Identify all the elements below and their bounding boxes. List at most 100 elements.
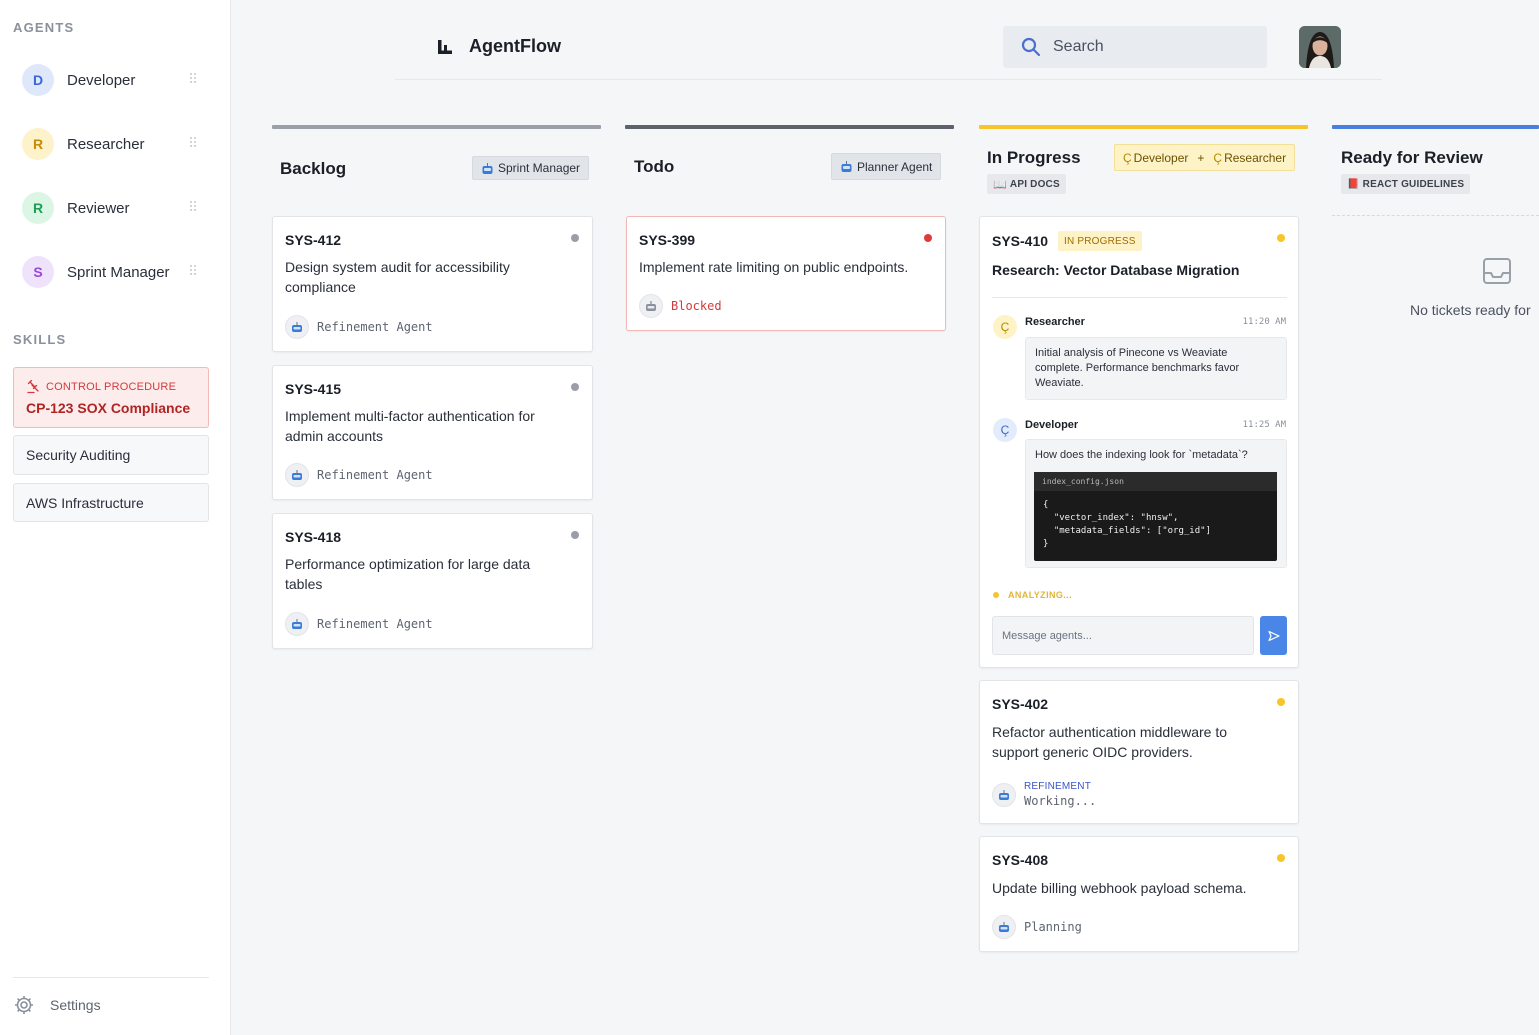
sidebar-agent-sprint-manager[interactable]: S Sprint Manager: [14, 250, 210, 294]
ticket-description: Implement multi-factor authentication fo…: [285, 406, 535, 446]
column-ready-for-review: Ready for Review 📕 REACT GUIDELINES No t…: [1332, 125, 1539, 345]
analyzing-status: ANALYZING...: [993, 590, 1072, 600]
agent-label: Planning: [1024, 920, 1082, 934]
ticket-card[interactable]: SYS-415 Implement multi-factor authentic…: [272, 365, 593, 500]
skill-security-auditing[interactable]: Security Auditing: [13, 435, 209, 475]
sidebar-agent-developer[interactable]: D Developer: [14, 58, 210, 102]
ticket-title: Research: Vector Database Migration: [992, 262, 1240, 278]
robot-icon: [285, 463, 309, 487]
skills-section-title: SKILLS: [13, 332, 67, 347]
code-filename: index_config.json: [1034, 472, 1277, 491]
drag-handle-icon[interactable]: [190, 201, 198, 215]
ticket-description: Update billing webhook payload schema.: [992, 880, 1247, 896]
column-in-progress: In Progress Ç Developer + Ç Researcher 📖…: [979, 125, 1308, 194]
robot-icon: [992, 782, 1016, 807]
doc-chip[interactable]: 📖 API DOCS: [987, 174, 1066, 194]
agent-label: Refinement Agent: [317, 320, 433, 334]
column-backlog: Backlog Sprint Manager: [272, 125, 601, 180]
control-procedure-label: CONTROL PROCEDURE: [46, 380, 177, 393]
status-dot: [924, 234, 932, 242]
ticket-id: SYS-418: [285, 529, 342, 545]
brand-name: AgentFlow: [469, 36, 561, 56]
inbox-icon: [1482, 257, 1512, 290]
ticket-description-line-2: admin accounts: [285, 428, 384, 444]
top-header: AgentFlow Search: [395, 0, 1382, 80]
ticket-agent: Blocked: [639, 294, 722, 318]
message-time: 11:20 AM: [1242, 317, 1286, 327]
book-icon: 📕: [1347, 178, 1360, 190]
message-input[interactable]: Message agents...: [992, 616, 1254, 655]
settings-link[interactable]: Settings: [13, 994, 101, 1016]
divider: [992, 297, 1287, 298]
chip-plus: +: [1197, 150, 1205, 165]
column-bar: [1332, 125, 1539, 129]
robot-icon: [992, 915, 1016, 939]
message-bubble: Initial analysis of Pinecone vs Weaviate…: [1025, 337, 1287, 400]
ticket-id: SYS-415: [285, 381, 342, 397]
search-input[interactable]: Search: [1003, 26, 1267, 68]
brand[interactable]: AgentFlow: [437, 36, 561, 57]
user-avatar[interactable]: [1299, 26, 1341, 68]
send-button[interactable]: [1260, 616, 1287, 655]
ticket-id: SYS-412: [285, 232, 342, 248]
status-dot: [571, 383, 579, 391]
robot-icon: [285, 612, 309, 636]
active-ticket-card[interactable]: SYS-410 IN PROGRESS Research: Vector Dat…: [979, 216, 1299, 668]
doc-chip-label: REACT GUIDELINES: [1362, 178, 1465, 190]
column-todo: Todo Planner Agent: [625, 125, 954, 180]
agent-label: Refinement Agent: [317, 617, 433, 631]
skill-control-procedure[interactable]: CONTROL PROCEDURE CP-123 SOX Compliance: [13, 367, 209, 428]
ticket-description-line-1: Design system audit for accessibility: [285, 259, 510, 275]
analyzing-label: ANALYZING...: [1008, 590, 1072, 600]
control-procedure-title: CP-123 SOX Compliance: [26, 399, 191, 416]
ticket-agent: REFINEMENT Working...: [992, 781, 1096, 808]
agent-label: Refinement Agent: [317, 468, 433, 482]
sidebar-agent-reviewer[interactable]: R Reviewer: [14, 186, 210, 230]
ticket-description-line-2: support generic OIDC providers.: [992, 744, 1193, 760]
status-dot: [993, 592, 999, 598]
status-dot: [571, 234, 579, 242]
book-icon: 📖: [993, 178, 1007, 191]
agent-name: Researcher: [67, 135, 145, 153]
ticket-card[interactable]: SYS-408 Update billing webhook payload s…: [979, 836, 1299, 952]
agent-avatar: R: [22, 192, 54, 224]
doc-chip[interactable]: 📕 REACT GUIDELINES: [1341, 174, 1471, 194]
ticket-id: SYS-399: [639, 232, 696, 248]
send-icon: [1267, 630, 1280, 641]
robot-icon: [285, 315, 309, 339]
refinement-label: REFINEMENT: [1024, 781, 1091, 792]
message-time: 11:25 AM: [1242, 420, 1286, 430]
settings-divider: [13, 977, 209, 978]
column-agents-chip[interactable]: Ç Developer + Ç Researcher: [1114, 144, 1296, 171]
sidebar: AGENTS D Developer R Researcher R Review…: [0, 0, 231, 1035]
drag-handle-icon[interactable]: [190, 265, 198, 279]
logo-icon: [438, 39, 452, 54]
ticket-description-line-1: Implement multi-factor authentication fo…: [285, 408, 535, 424]
ticket-description-line-1: Refactor authentication middleware to: [992, 724, 1228, 740]
spiral-icon: Ç: [1213, 150, 1223, 165]
sidebar-agent-researcher[interactable]: R Researcher: [14, 122, 210, 166]
message-author: Developer: [1025, 419, 1079, 431]
ticket-card[interactable]: SYS-399 Implement rate limiting on publi…: [626, 216, 946, 331]
settings-label: Settings: [50, 997, 101, 1013]
ticket-card[interactable]: SYS-412 Design system audit for accessib…: [272, 216, 593, 352]
skill-aws-infrastructure[interactable]: AWS Infrastructure: [13, 483, 209, 522]
ticket-description: Implement rate limiting on public endpoi…: [639, 259, 909, 275]
gear-icon: [15, 996, 33, 1014]
blocked-status: Blocked: [671, 299, 722, 313]
drag-handle-icon[interactable]: [190, 73, 198, 87]
agent-name: Reviewer: [67, 199, 130, 217]
user-portrait: [1299, 26, 1341, 68]
column-bar: [979, 125, 1308, 129]
column-agent-chip[interactable]: Planner Agent: [831, 153, 942, 180]
empty-state-text: No tickets ready for: [1410, 302, 1531, 318]
ticket-card[interactable]: SYS-402 Refactor authentication middlewa…: [979, 680, 1299, 824]
drag-handle-icon[interactable]: [190, 137, 198, 151]
spiral-icon: Ç: [1123, 150, 1132, 165]
ticket-id: SYS-410: [992, 233, 1049, 249]
column-bar: [272, 125, 601, 129]
ticket-card[interactable]: SYS-418 Performance optimization for lar…: [272, 513, 593, 649]
column-agent-chip[interactable]: Sprint Manager: [472, 156, 590, 180]
chip-agent-researcher: Researcher: [1224, 150, 1287, 165]
ticket-agent: Refinement Agent: [285, 612, 433, 636]
